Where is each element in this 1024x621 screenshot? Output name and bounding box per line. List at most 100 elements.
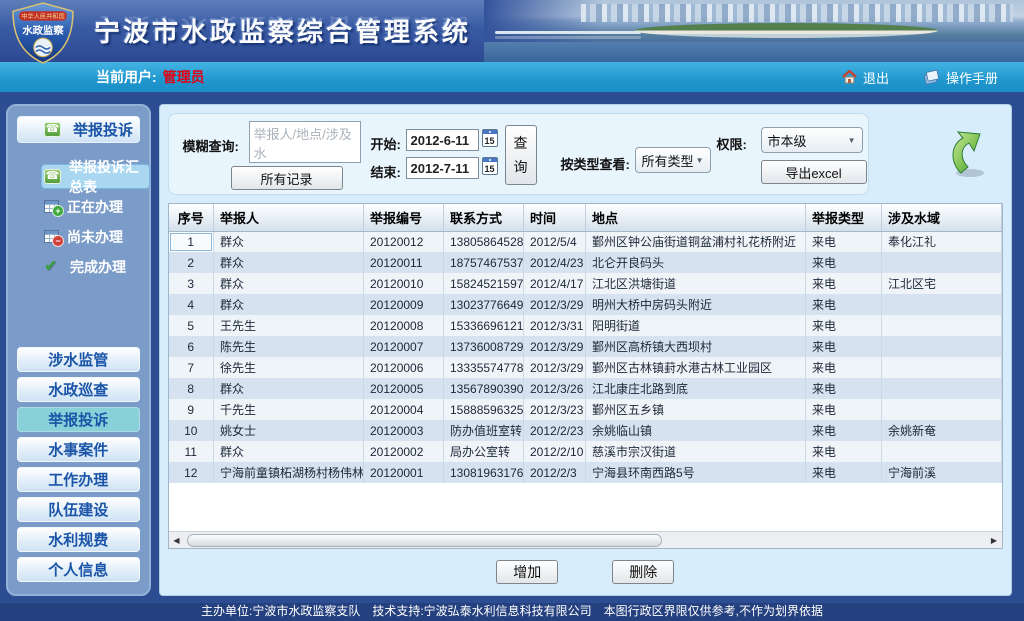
table-cell[interactable]: 13081963176 [444, 462, 524, 483]
sidebar-nav-item[interactable]: 举报投诉 [17, 407, 140, 432]
table-cell[interactable]: 13335574778 [444, 357, 524, 378]
table-cell[interactable]: 13805864528 [444, 231, 524, 252]
table-cell[interactable]: 鄞州区钟公庙街道铜盆浦村礼花桥附近 [586, 231, 806, 252]
table-cell[interactable]: 2012/3/29 [524, 357, 586, 378]
table-row[interactable]: 7徐先生20120006133355747782012/3/29鄞州区古林镇葑水… [169, 357, 1002, 378]
sidebar-nav-item[interactable]: 工作办理 [17, 467, 140, 492]
scrollbar-thumb[interactable] [187, 534, 662, 547]
sidebar-nav-item[interactable]: 队伍建设 [17, 497, 140, 522]
table-row[interactable]: 3群众20120010158245215972012/4/17江北区洪塘街道来电… [169, 273, 1002, 294]
table-cell[interactable]: 15824521597 [444, 273, 524, 294]
sidebar-nav-item[interactable]: 个人信息 [17, 557, 140, 582]
table-cell[interactable]: 来电 [806, 315, 882, 336]
table-cell[interactable] [882, 378, 1002, 399]
sidebar-item-not-processed[interactable]: 尚未办理 [42, 225, 129, 248]
table-cell[interactable]: 20120011 [364, 252, 444, 273]
table-cell[interactable]: 千先生 [214, 399, 364, 420]
table-cell[interactable]: 姚女士 [214, 420, 364, 441]
row-index-cell[interactable]: 6 [169, 336, 214, 357]
table-cell[interactable] [882, 399, 1002, 420]
table-cell[interactable]: 20120001 [364, 462, 444, 483]
refresh-arrow-icon[interactable] [949, 129, 989, 184]
sidebar-item-complaint-summary[interactable]: 举报投诉汇总表 [42, 165, 149, 188]
table-cell[interactable]: 20120012 [364, 231, 444, 252]
table-cell[interactable]: 15336696121 [444, 315, 524, 336]
table-cell[interactable]: 2012/3/23 [524, 399, 586, 420]
table-cell[interactable]: 来电 [806, 378, 882, 399]
table-cell[interactable]: 江北区宅 [882, 273, 1002, 294]
all-records-button[interactable]: 所有记录 [231, 166, 343, 190]
table-cell[interactable]: 余姚临山镇 [586, 420, 806, 441]
table-row[interactable]: 5王先生20120008153366961212012/3/31阳明街道来电 [169, 315, 1002, 336]
horizontal-scrollbar[interactable] [169, 531, 1003, 548]
table-cell[interactable]: 阳明街道 [586, 315, 806, 336]
table-cell[interactable]: 来电 [806, 294, 882, 315]
calendar-icon[interactable]: 15 [482, 157, 498, 175]
table-row[interactable]: 4群众20120009130237766492012/3/29明州大桥中房码头附… [169, 294, 1002, 315]
table-cell[interactable] [882, 252, 1002, 273]
table-cell[interactable] [882, 294, 1002, 315]
table-cell[interactable]: 来电 [806, 336, 882, 357]
table-cell[interactable]: 20120002 [364, 441, 444, 462]
delete-button[interactable]: 删除 [612, 560, 674, 584]
table-cell[interactable]: 2012/3/26 [524, 378, 586, 399]
sidebar-nav-item[interactable]: 水利规费 [17, 527, 140, 552]
table-cell[interactable]: 群众 [214, 294, 364, 315]
sidebar-section-complaints[interactable]: 举报投诉 [17, 116, 140, 143]
sidebar-nav-item[interactable]: 涉水监管 [17, 347, 140, 372]
type-dropdown[interactable]: 所有类型 [635, 147, 711, 173]
table-cell[interactable]: 20120008 [364, 315, 444, 336]
row-index-cell[interactable]: 3 [169, 273, 214, 294]
table-cell[interactable]: 20120007 [364, 336, 444, 357]
table-cell[interactable]: 宁海前童镇柘湖杨村杨伟林 [214, 462, 364, 483]
table-cell[interactable]: 群众 [214, 441, 364, 462]
table-cell[interactable]: 20120009 [364, 294, 444, 315]
row-index-cell[interactable]: 1 [169, 231, 214, 252]
export-excel-button[interactable]: 导出excel [761, 160, 867, 184]
table-row[interactable]: 12宁海前童镇柘湖杨村杨伟林20120001130819631762012/2/… [169, 462, 1002, 483]
table-cell[interactable]: 来电 [806, 252, 882, 273]
col-header-time[interactable]: 时间 [524, 204, 586, 231]
table-row[interactable]: 11群众20120002局办公室转2012/2/10慈溪市宗汉街道来电 [169, 441, 1002, 462]
table-cell[interactable]: 13567890390 [444, 378, 524, 399]
table-cell[interactable]: 来电 [806, 399, 882, 420]
col-header-report-no[interactable]: 举报编号 [364, 204, 444, 231]
row-index-cell[interactable]: 9 [169, 399, 214, 420]
table-cell[interactable]: 2012/5/4 [524, 231, 586, 252]
table-cell[interactable]: 鄞州区五乡镇 [586, 399, 806, 420]
sidebar-item-completed[interactable]: 完成办理 [42, 255, 132, 278]
sidebar-item-in-progress[interactable]: 正在办理 [42, 195, 129, 218]
table-cell[interactable] [882, 315, 1002, 336]
table-cell[interactable]: 宁海县环南西路5号 [586, 462, 806, 483]
table-cell[interactable] [882, 441, 1002, 462]
query-button[interactable]: 查询 [505, 125, 537, 185]
table-cell[interactable]: 徐先生 [214, 357, 364, 378]
table-cell[interactable]: 余姚新奄 [882, 420, 1002, 441]
table-cell[interactable]: 15888596325 [444, 399, 524, 420]
table-cell[interactable]: 群众 [214, 252, 364, 273]
table-cell[interactable]: 20120004 [364, 399, 444, 420]
table-cell[interactable] [882, 336, 1002, 357]
scroll-left-icon[interactable] [169, 532, 185, 548]
add-button[interactable]: 增加 [496, 560, 558, 584]
table-cell[interactable]: 2012/4/23 [524, 252, 586, 273]
table-cell[interactable]: 鄞州区古林镇葑水港古林工业园区 [586, 357, 806, 378]
table-cell[interactable]: 来电 [806, 357, 882, 378]
table-cell[interactable]: 鄞州区高桥镇大西坝村 [586, 336, 806, 357]
table-row[interactable]: 8群众20120005135678903902012/3/26江北康庄北路到底来… [169, 378, 1002, 399]
col-header-location[interactable]: 地点 [586, 204, 806, 231]
row-index-cell[interactable]: 10 [169, 420, 214, 441]
table-cell[interactable]: 2012/2/10 [524, 441, 586, 462]
fuzzy-query-input[interactable] [249, 121, 361, 163]
table-cell[interactable]: 20120005 [364, 378, 444, 399]
table-cell[interactable]: 18757467537 [444, 252, 524, 273]
table-cell[interactable]: 局办公室转 [444, 441, 524, 462]
table-cell[interactable]: 2012/3/31 [524, 315, 586, 336]
table-cell[interactable]: 来电 [806, 231, 882, 252]
table-cell[interactable]: 2012/4/17 [524, 273, 586, 294]
table-cell[interactable]: 2012/3/29 [524, 294, 586, 315]
row-index-cell[interactable]: 4 [169, 294, 214, 315]
table-cell[interactable]: 20120006 [364, 357, 444, 378]
table-cell[interactable]: 防办值班室转 [444, 420, 524, 441]
sidebar-nav-item[interactable]: 水政巡查 [17, 377, 140, 402]
